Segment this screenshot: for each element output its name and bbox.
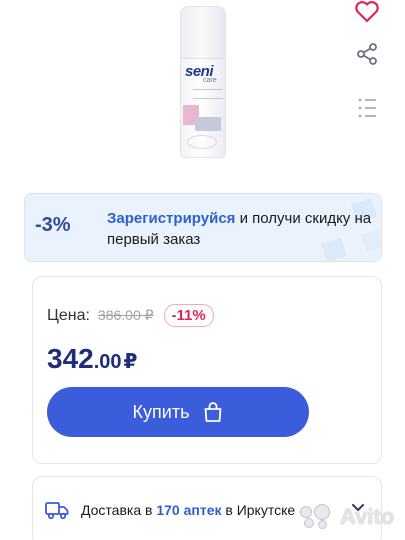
list-icon[interactable] [353, 94, 381, 122]
register-link[interactable]: Зарегистрируйся [107, 210, 235, 227]
delivery-row[interactable]: Доставка в 170 аптек в Иркутске [45, 499, 295, 521]
current-price-dec: .00 [93, 351, 122, 373]
currency-symbol: ₽ [123, 351, 138, 373]
delivery-text: Доставка в 170 аптек в Иркутске [81, 502, 295, 518]
product-image-area[interactable]: seni care [0, 0, 405, 180]
current-price: 342.00 ₽ [47, 343, 137, 375]
promo-discount-badge: -3% [35, 214, 71, 236]
shopping-bag-icon [205, 402, 222, 422]
price-label: Цена: [47, 306, 90, 324]
buy-button-label: Купить [132, 401, 190, 422]
bottle-sub-text: care [203, 77, 217, 84]
promo-text: Зарегистрируйся и получи скидку на первы… [107, 208, 377, 250]
chevron-down-icon[interactable] [351, 503, 365, 513]
buy-button[interactable]: Купить [47, 387, 309, 437]
bottle-cap [181, 7, 225, 59]
old-price: 386.00 ₽ [97, 307, 154, 323]
pharmacy-count: 170 аптек [156, 502, 222, 518]
lotion-bottle-image: seni care [180, 6, 226, 158]
price-row: Цена: 386.00 ₽ -11% [47, 304, 214, 327]
discount-badge: -11% [163, 304, 214, 327]
current-price-int: 342 [47, 343, 94, 374]
promo-banner[interactable]: -3% Зарегистрируйся и получи скидку на п… [24, 193, 382, 262]
heart-icon[interactable] [353, 0, 381, 26]
price-card: Цена: 386.00 ₽ -11% 342.00 ₽ Купить [32, 276, 382, 464]
delivery-card: Доставка в 170 аптек в Иркутске [32, 476, 382, 540]
share-icon[interactable] [353, 40, 381, 68]
delivery-city: в Иркутске [221, 502, 296, 518]
truck-icon [45, 502, 69, 520]
delivery-prefix: Доставка в [81, 502, 157, 518]
